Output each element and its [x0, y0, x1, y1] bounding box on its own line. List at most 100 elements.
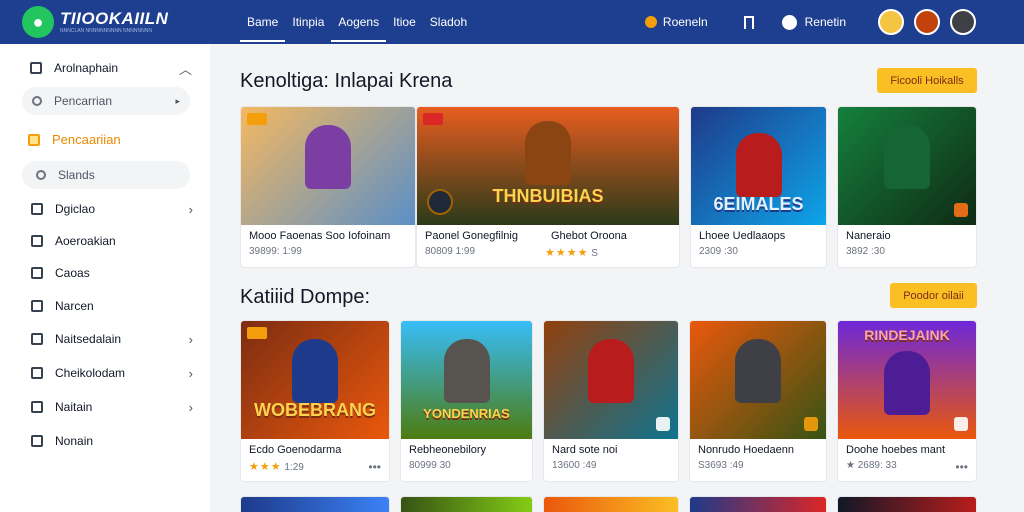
character-art [735, 133, 782, 197]
nav-item-3[interactable]: Aogens [331, 0, 386, 44]
game-thumbnail: THNBUIBIAS [417, 107, 679, 225]
sidebar-item-4[interactable]: Narcen [31, 299, 193, 313]
chevron-right-icon: › [188, 201, 193, 217]
game-card[interactable]: WOBEBRANG Ecdo Goenodarma ★★★ 1:29 ••• [240, 320, 390, 482]
game-card-partial[interactable] [837, 496, 977, 512]
avatar-2[interactable] [914, 9, 940, 35]
game-card-partial[interactable] [543, 496, 679, 512]
sidebar-header[interactable]: Arolnaphain ︿ [30, 61, 192, 77]
badge-icon [247, 327, 267, 339]
game-card[interactable]: Naneraio 3892 :30 [837, 106, 977, 268]
game-title: Paonel Gonegfilnig [425, 230, 518, 242]
nav-item-4[interactable]: Itioe [386, 0, 423, 44]
tag-icon [28, 133, 40, 146]
sidebar-item-label: Nonain [55, 434, 94, 448]
game-logo-text: YONDENRIAS [423, 406, 510, 421]
section-title: Kenoltiga: Inlapai Krena [240, 70, 453, 92]
coins-button[interactable]: Roeneln [644, 15, 708, 29]
sidebar-featured-label: Pencaariian [52, 132, 121, 147]
document-icon [30, 62, 42, 74]
game-card[interactable]: 6EIMALES Lhoee Uedlaaops 2309 :30 [690, 106, 827, 268]
game-meta: 80999 30 [409, 460, 451, 471]
rating-stars: ★★★ [249, 461, 282, 473]
nav-item-2[interactable]: Itinpia [285, 0, 331, 44]
game-card[interactable]: RINDEJAINK Doohe hoebes mant ★ 2689: 33 … [837, 320, 977, 482]
game-card-partial[interactable] [689, 496, 827, 512]
tag-icon [31, 235, 43, 247]
search-placeholder: Pencarrian [54, 94, 113, 108]
sidebar-header-label: Arolnaphain [54, 61, 119, 75]
game-thumbnail [544, 321, 678, 439]
rating-suffix: S [591, 248, 598, 259]
game-meta: 2309 :30 [699, 246, 738, 257]
sidebar-item-1[interactable]: Dgiclao › [31, 201, 193, 217]
more-options-icon[interactable]: ••• [368, 460, 381, 474]
game-logo-text: RINDEJAINK [864, 327, 950, 343]
game-card[interactable]: Mooo Faoenas Soo Iofoinam 39899: 1:99 [240, 106, 416, 268]
sidebar-item-8[interactable]: Nonain [31, 434, 193, 448]
game-meta: ★ 2689: 33 [846, 460, 897, 471]
nav-item-home[interactable]: Bame [240, 0, 286, 44]
chat-label: Renetin [804, 15, 846, 29]
sidebar-item-5[interactable]: Naitsedalain › [31, 331, 193, 347]
chevron-up-icon: ︿ [178, 61, 192, 77]
sidebar-item-3[interactable]: Caoas [31, 266, 193, 280]
avatar-3[interactable] [950, 9, 976, 35]
section-cta-button[interactable]: Poodor oilaii [890, 283, 977, 308]
section-cta-button[interactable]: Ficooli Hoikalls [877, 68, 977, 93]
sidebar-item-label: Aoeroakian [55, 234, 116, 248]
search-icon [36, 170, 46, 180]
game-card[interactable]: Nard sote noi 13600 :49 [543, 320, 679, 482]
game-meta: S3693 :49 [698, 460, 744, 471]
character-art [735, 339, 781, 403]
game-meta: 39899: 1:99 [249, 246, 302, 257]
sidebar-item-featured[interactable]: Pencaariian [28, 132, 190, 147]
character-art [588, 339, 634, 403]
avatar-1[interactable] [878, 9, 904, 35]
game-rating: ★★★★ S [545, 246, 598, 259]
game-card-featured[interactable]: THNBUIBIAS Paonel Gonegfilnig 80809 1:99… [416, 106, 680, 268]
chevron-right-icon: › [188, 331, 193, 347]
game-card-partial[interactable] [400, 496, 533, 512]
game-card-partial[interactable] [240, 496, 390, 512]
sidebar-item-label: Caoas [55, 266, 90, 280]
search-input[interactable]: Pencarrian ▸ [22, 87, 190, 115]
bookmark-icon[interactable] [743, 15, 754, 29]
logo[interactable]: ● TIIOOKAIILN NNNCLAN NNNNNNNNNN NNNNNNN… [22, 6, 222, 38]
coins-label: Roeneln [662, 15, 708, 29]
badge-icon [954, 417, 968, 431]
stands-input[interactable]: Slands [22, 161, 190, 189]
character-art [884, 125, 930, 189]
sidebar-item-6[interactable]: Cheikolodam › [31, 365, 193, 381]
game-meta: 3892 :30 [846, 246, 885, 257]
sidebar-item-label: Naitsedalain [55, 332, 122, 346]
game-card[interactable]: Nonrudo Hoedaenn S3693 :49 [689, 320, 827, 482]
grid-icon [31, 435, 43, 447]
chat-button[interactable]: Renetin [781, 14, 846, 30]
sidebar-item-label: Dgiclao [55, 202, 96, 216]
chevron-right-icon: › [188, 365, 193, 381]
game-card[interactable]: YONDENRIAS Rebheonebilory 80999 30 [400, 320, 533, 482]
nav-item-5[interactable]: Sladoh [423, 0, 474, 44]
game-thumbnail: 6EIMALES [691, 107, 826, 225]
character-art [884, 351, 930, 415]
badge-icon [423, 113, 443, 125]
logo-subtitle: NNNCLAN NNNNNNNNNN NNNNNNNN [60, 28, 152, 34]
stands-placeholder: Slands [58, 168, 95, 182]
game-title: Rebheonebilory [409, 444, 487, 456]
game-title: Naneraio [846, 230, 891, 242]
badge-icon [656, 417, 670, 431]
sidebar-item-2[interactable]: Aoeroakian [31, 234, 193, 248]
game-logo-text: THNBUIBIAS [492, 186, 604, 206]
badge-icon [247, 113, 267, 125]
sidebar: Arolnaphain ︿ Pencarrian ▸ Pencaariian S… [0, 44, 210, 512]
rating-stars: ★★★★ [545, 247, 589, 259]
gamepad-icon: ● [22, 6, 54, 38]
sidebar-item-7[interactable]: Naitain › [31, 400, 193, 415]
game-logo-text: 6EIMALES [713, 194, 804, 214]
section-title: Katiiid Dompe: [240, 286, 371, 308]
character-art [443, 339, 490, 403]
game-title: Mooo Faoenas Soo Iofoinam [249, 230, 391, 242]
game-logo-text: WOBEBRANG [254, 400, 376, 420]
more-options-icon[interactable]: ••• [955, 460, 968, 474]
